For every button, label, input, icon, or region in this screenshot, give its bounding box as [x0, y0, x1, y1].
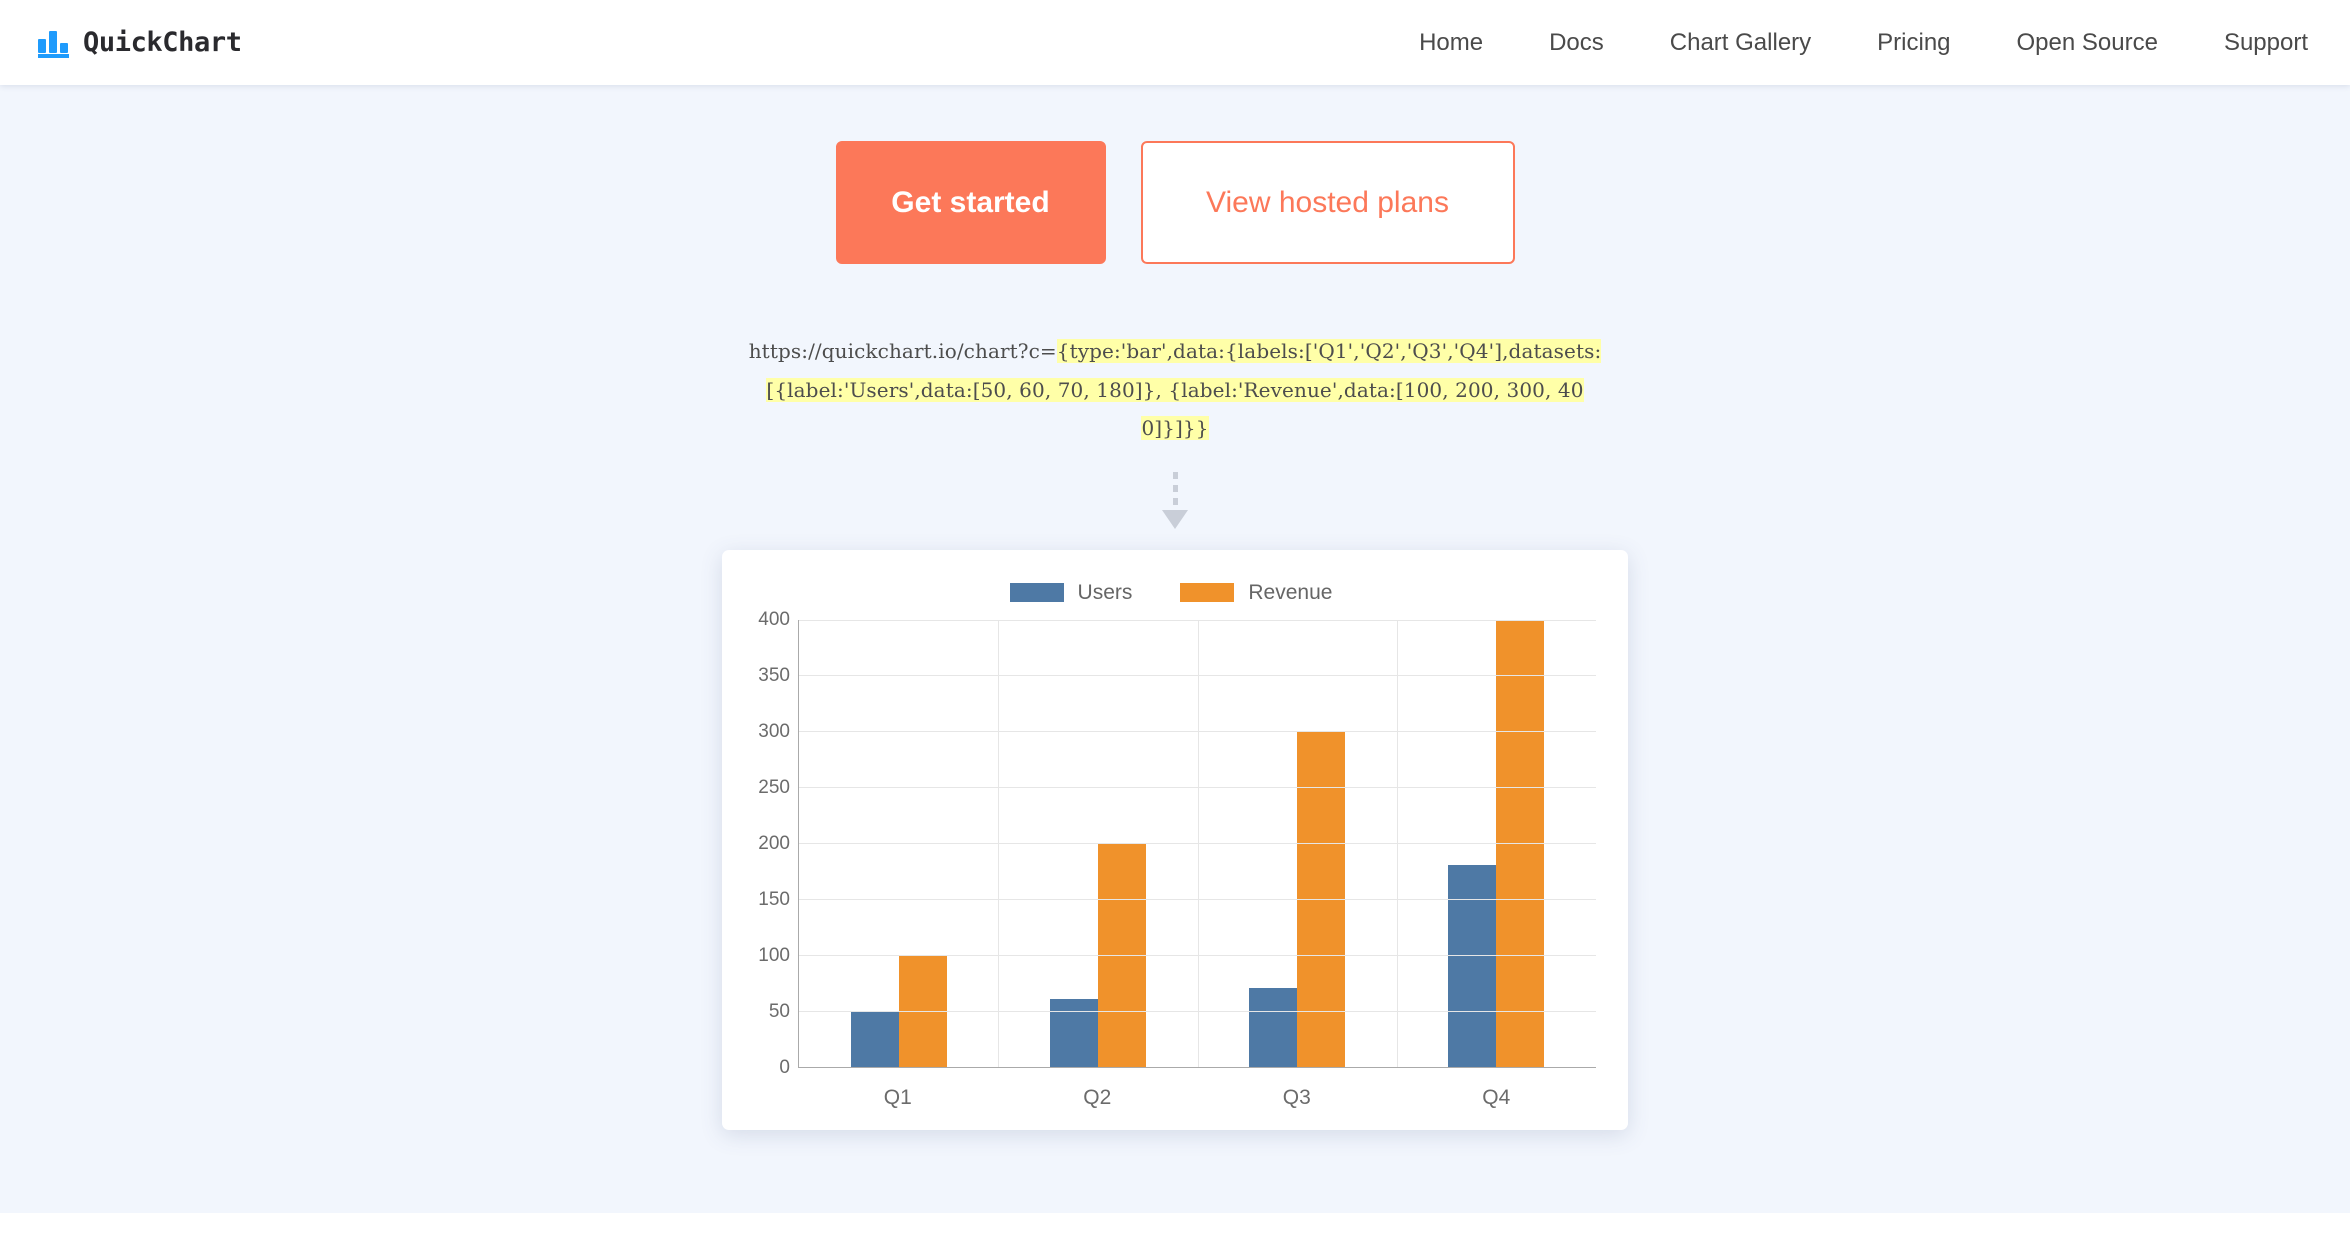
x-tick-label: Q4 [1482, 1085, 1511, 1109]
chart-legend: Users Revenue [746, 572, 1596, 614]
y-tick-label: 50 [768, 1000, 790, 1022]
chart-y-axis: 400 350 300 250 200 150 100 50 0 [746, 609, 798, 1078]
brand-logo-link[interactable]: QuickChart [36, 27, 242, 58]
bar-users-q3[interactable] [1249, 988, 1298, 1067]
brand-name: QuickChart [83, 27, 242, 58]
nav-item-support[interactable]: Support [2191, 29, 2312, 57]
bar-users-q1[interactable] [850, 1010, 899, 1067]
example-url: https://quickchart.io/chart?c={type:'bar… [745, 332, 1605, 448]
gridline-vertical [1396, 619, 1398, 1067]
nav-item-open-source[interactable]: Open Source [1984, 29, 2191, 57]
gridline-vertical [1197, 619, 1199, 1067]
view-hosted-plans-button[interactable]: View hosted plans [1140, 141, 1515, 264]
y-tick-label: 300 [758, 720, 790, 742]
y-tick-label: 100 [758, 944, 790, 966]
legend-label-users: Users [1077, 580, 1133, 604]
y-tick-label: 250 [758, 776, 790, 798]
legend-item-revenue[interactable]: Revenue [1180, 581, 1332, 605]
y-tick-label: 200 [758, 832, 790, 854]
bar-chart-logo-icon [38, 28, 70, 58]
dashed-down-arrow-icon [1158, 471, 1192, 534]
legend-item-users[interactable]: Users [1009, 580, 1133, 605]
get-started-button[interactable]: Get started [835, 141, 1106, 264]
nav-item-chart-gallery[interactable]: Chart Gallery [1637, 29, 1844, 57]
chart-x-axis: Q1 Q2 Q3 Q4 [746, 1068, 1596, 1114]
nav-item-docs[interactable]: Docs [1516, 29, 1637, 57]
bar-users-q2[interactable] [1049, 999, 1098, 1067]
gridline-vertical [998, 619, 1000, 1067]
chart-plot-wrapper: 400 350 300 250 200 150 100 50 0 [746, 609, 1596, 1078]
legend-swatch-revenue [1180, 583, 1235, 602]
site-header: QuickChart Home Docs Chart Gallery Prici… [0, 0, 2350, 85]
cta-button-row: Get started View hosted plans [835, 141, 1515, 264]
y-tick-label: 0 [779, 1056, 790, 1078]
x-tick-label: Q3 [1282, 1085, 1311, 1109]
bar-users-q4[interactable] [1448, 865, 1497, 1067]
y-tick-label: 150 [758, 888, 790, 910]
legend-label-revenue: Revenue [1248, 580, 1333, 604]
nav-item-home[interactable]: Home [1386, 29, 1516, 57]
y-tick-label: 350 [758, 664, 790, 686]
nav-item-pricing[interactable]: Pricing [1844, 29, 1983, 57]
chart-plot-area [798, 619, 1596, 1068]
x-tick-label: Q2 [1083, 1085, 1112, 1109]
hero-section: Get started View hosted plans https://qu… [0, 85, 2350, 1213]
chart-preview-card: Users Revenue 400 350 300 250 200 150 100 50 0 Q… [722, 549, 1628, 1130]
example-url-prefix: https://quickchart.io/chart?c= [748, 339, 1057, 363]
main-nav: Home Docs Chart Gallery Pricing Open Sou… [1386, 29, 2312, 57]
y-tick-label: 400 [758, 608, 790, 630]
legend-swatch-users [1009, 583, 1064, 602]
x-tick-label: Q1 [883, 1085, 912, 1109]
